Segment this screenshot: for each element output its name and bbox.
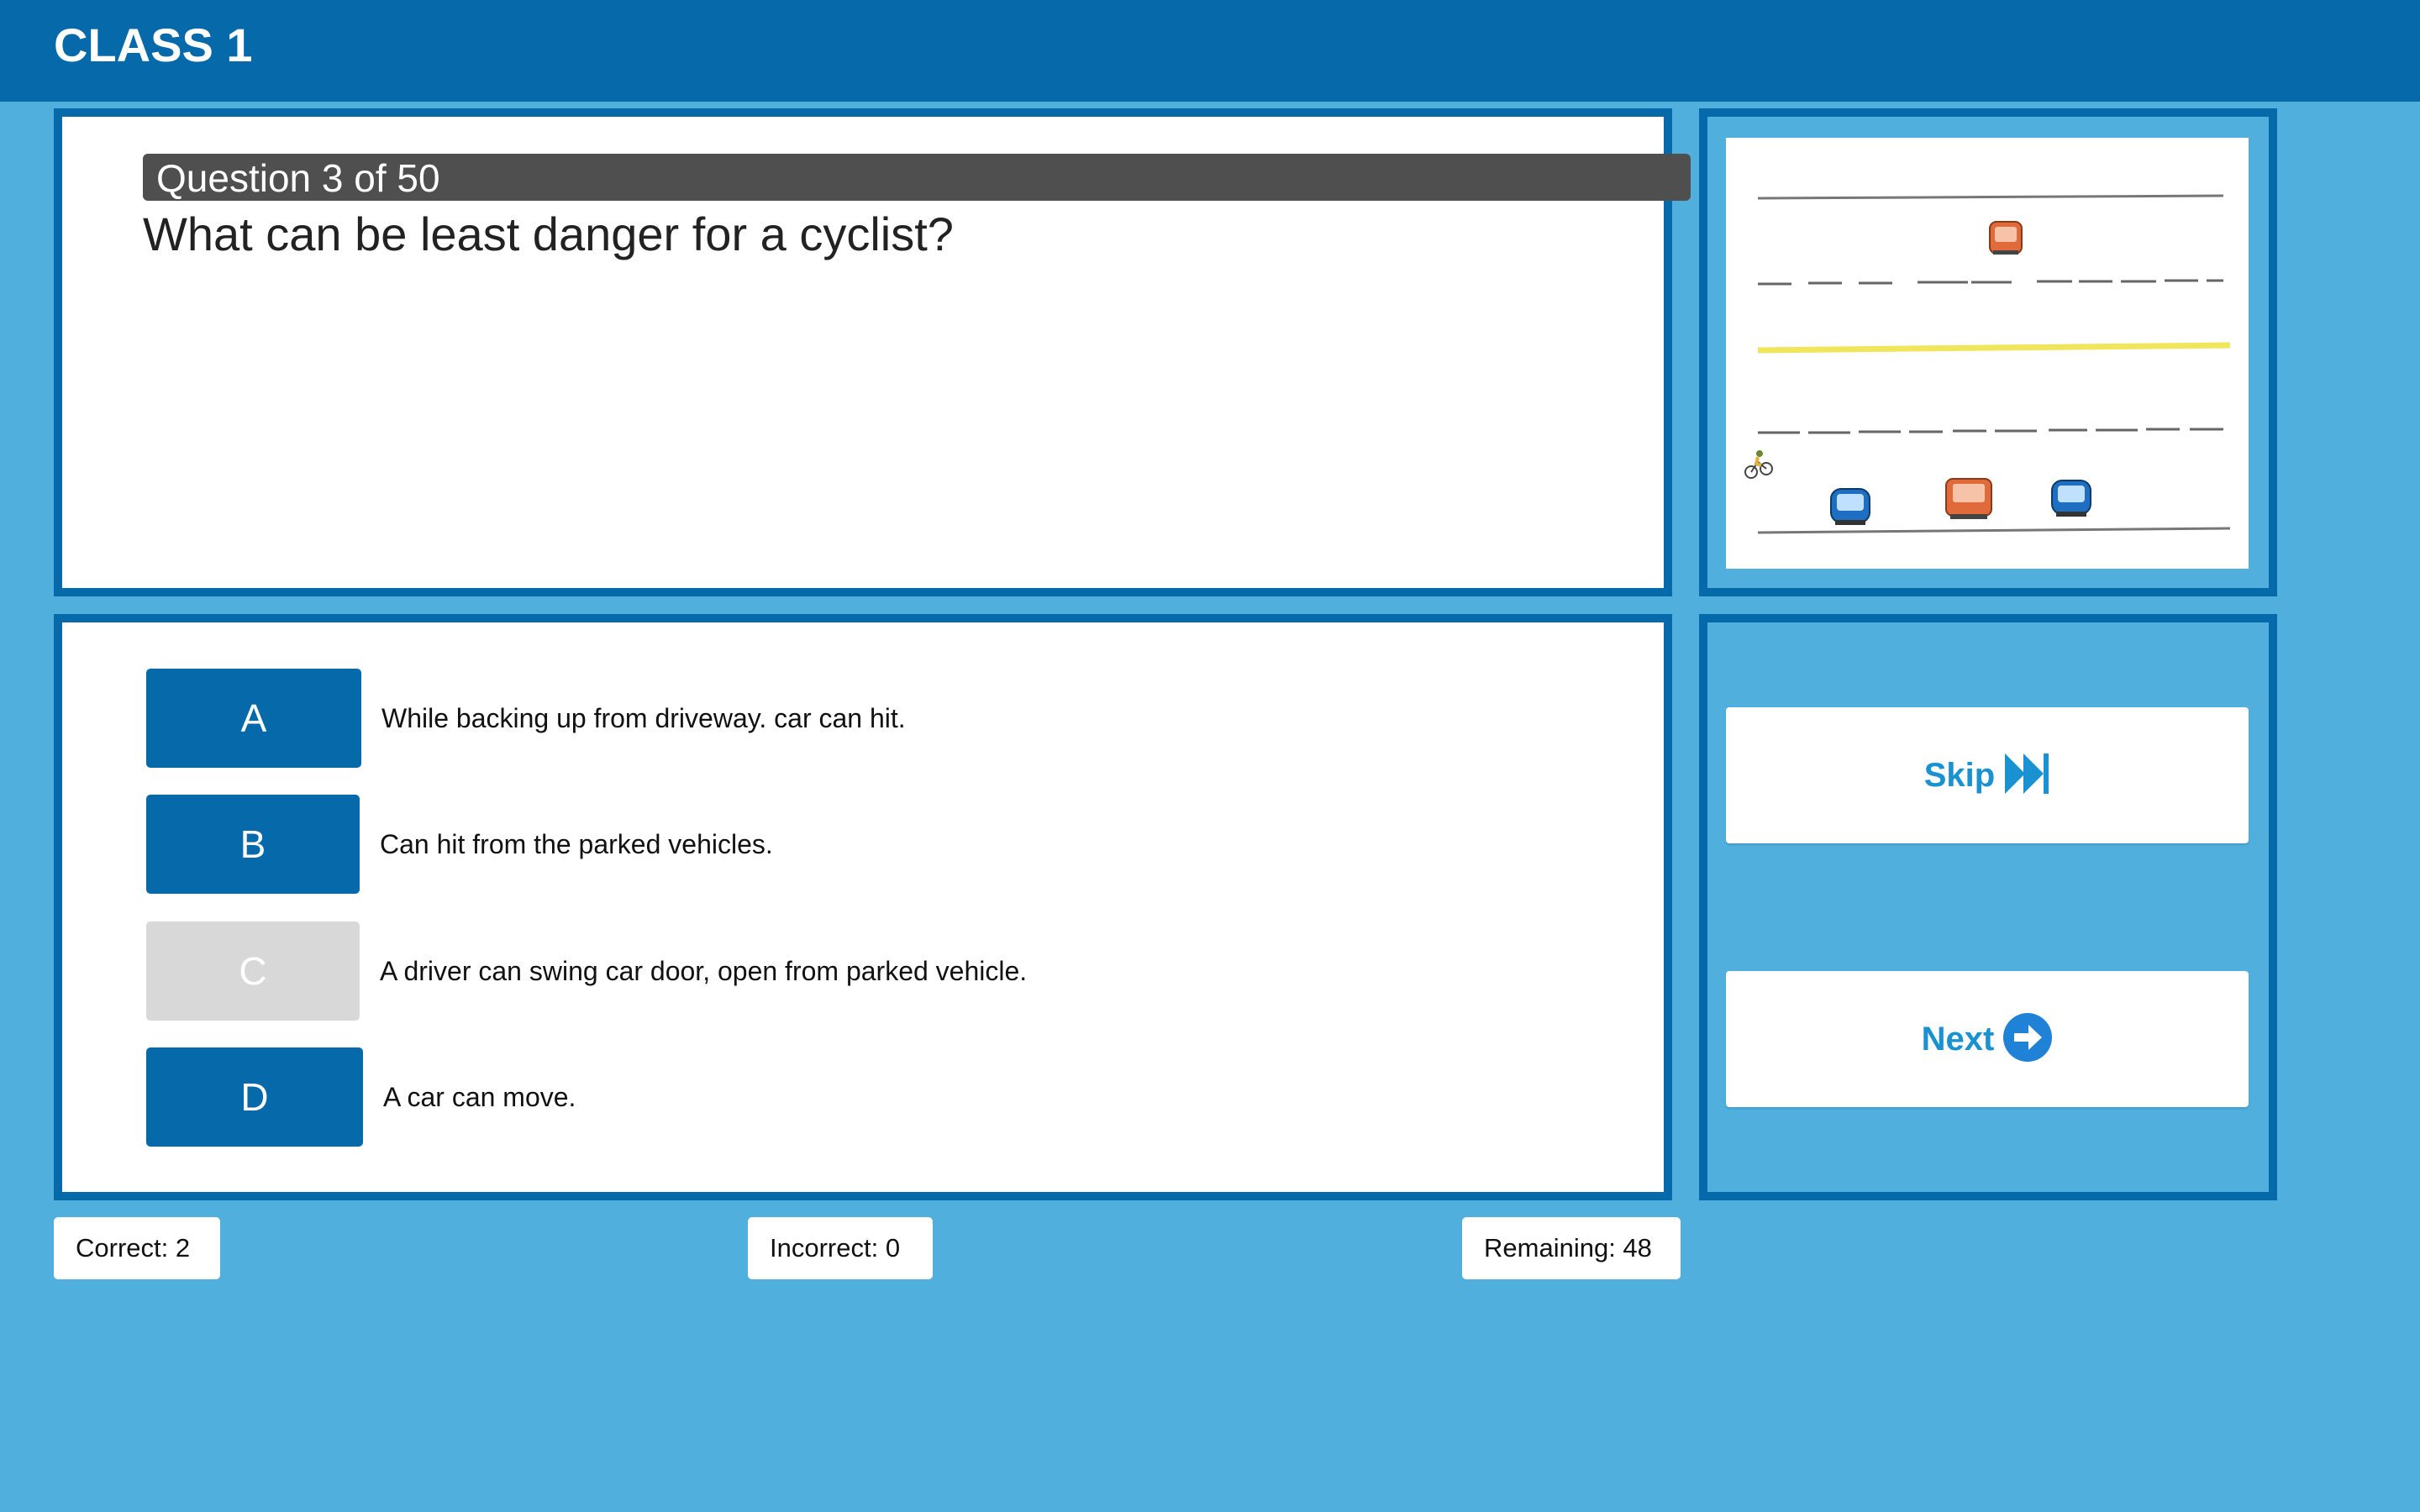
answer-c-text: A driver can swing car door, open from p… bbox=[380, 956, 1028, 986]
skip-label: Skip bbox=[1923, 756, 1996, 794]
incorrect-count: Incorrect: 0 bbox=[748, 1217, 933, 1279]
app-header: CLASS 1 bbox=[0, 0, 2420, 102]
question-counter: Question 3 of 50 bbox=[143, 154, 1691, 201]
road-scene-image bbox=[1726, 138, 2249, 569]
question-text: What can be least danger for a cyclist? bbox=[143, 207, 954, 260]
image-panel bbox=[1699, 108, 2277, 596]
app-title: CLASS 1 bbox=[54, 18, 253, 71]
question-panel: Question 3 of 50 What can be least dange… bbox=[54, 108, 1691, 596]
correct-count: Correct: 2 bbox=[54, 1217, 220, 1279]
answers-panel: A While backing up from driveway. car ca… bbox=[54, 614, 1672, 1200]
answer-d-button[interactable]: D bbox=[146, 1047, 363, 1147]
answer-option-c: C A driver can swing car door, open from… bbox=[146, 921, 1642, 1021]
remaining-count: Remaining: 48 bbox=[1462, 1217, 1681, 1279]
skip-button[interactable]: Skip bbox=[1726, 707, 2249, 843]
answer-b-text[interactable]: Can hit from the parked vehicles. bbox=[380, 795, 773, 894]
answer-c-button: C bbox=[146, 921, 360, 1021]
fast-forward-icon bbox=[2003, 752, 2050, 800]
answer-a-button[interactable]: A bbox=[146, 669, 361, 768]
answer-option-d: D A car can move. bbox=[146, 1047, 1642, 1147]
answer-d-text[interactable]: A car can move. bbox=[383, 1047, 576, 1147]
next-button[interactable]: Next bbox=[1726, 971, 2249, 1107]
answer-a-text[interactable]: While backing up from driveway. car can … bbox=[381, 669, 906, 768]
answer-option-b: B Can hit from the parked vehicles. bbox=[146, 795, 1642, 894]
answer-option-a: A While backing up from driveway. car ca… bbox=[146, 669, 1642, 768]
actions-panel: Skip Next bbox=[1699, 614, 2277, 1200]
arrow-right-circle-icon bbox=[2002, 1012, 2053, 1067]
answer-b-button[interactable]: B bbox=[146, 795, 360, 894]
next-label: Next bbox=[1921, 1020, 1995, 1058]
